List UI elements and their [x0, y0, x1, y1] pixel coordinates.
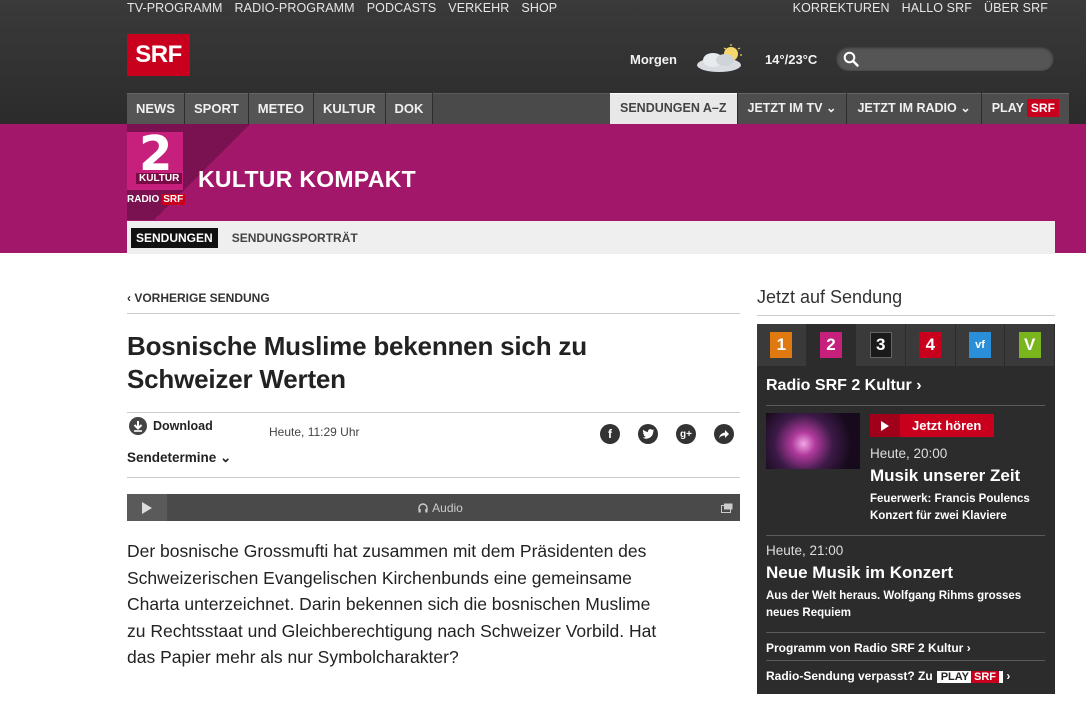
popout-icon: [721, 503, 733, 513]
article-lead: Der bosnische Grossmufti hat zusammen mi…: [127, 541, 657, 667]
article-headline: Bosnische Muslime bekennen sich zu Schwe…: [127, 331, 587, 394]
util-hallo-srf[interactable]: HALLO SRF: [902, 1, 972, 15]
nav-sport[interactable]: SPORT: [185, 93, 248, 124]
play-srf-link[interactable]: Radio-Sendung verpasst? Zu PLAY SRF ›: [766, 669, 1010, 683]
missed-label: Radio-Sendung verpasst? Zu: [766, 669, 933, 683]
play-button[interactable]: [127, 494, 167, 521]
programm-link[interactable]: Programm von Radio SRF 2 Kultur ›: [766, 641, 971, 655]
channel-srf-virus-fm[interactable]: vf: [956, 324, 1006, 366]
play-icon: [870, 414, 900, 437]
nav-sendungen-az[interactable]: SENDUNGEN A–Z: [610, 93, 737, 124]
sendetermine-toggle[interactable]: Sendetermine ⌄: [127, 450, 231, 466]
main-nav: NEWS SPORT METEO KULTUR DOK: [127, 93, 632, 124]
divider: [766, 535, 1045, 536]
chevron-right-icon: ›: [1006, 669, 1011, 683]
divider: [766, 405, 1045, 406]
utility-nav-left: TV-PROGRAMM RADIO-PROGRAMM PODCASTS VERK…: [127, 1, 557, 15]
audio-player: Audio: [127, 494, 740, 521]
util-tv-programm[interactable]: TV-PROGRAMM: [127, 1, 223, 15]
weather-label: Morgen: [630, 51, 677, 67]
logo-srf: SRF: [161, 194, 186, 205]
channel-srf-virus[interactable]: V: [1005, 324, 1056, 366]
station-name-link[interactable]: Radio SRF 2 Kultur ›: [766, 377, 922, 395]
play-icon: [142, 501, 152, 514]
show-title[interactable]: KULTUR KOMPAKT: [198, 166, 416, 193]
divider: [127, 313, 740, 314]
share-buttons: f g+: [600, 424, 734, 444]
now-time: Heute, 20:00: [870, 446, 948, 461]
divider: [766, 632, 1045, 633]
channel-srf-2[interactable]: 2: [806, 324, 857, 366]
nav-dok[interactable]: DOK: [385, 93, 433, 124]
download-icon: [129, 417, 147, 435]
now-program-title[interactable]: Musik unserer Zeit: [870, 466, 1020, 486]
play-label: PLAY: [991, 101, 1024, 115]
download-label: Download: [153, 419, 213, 433]
fireworks-thumbnail[interactable]: [766, 413, 860, 469]
jetzt-hoeren-label: Jetzt hören: [912, 418, 982, 433]
channel-srf-3[interactable]: 3: [856, 324, 907, 366]
search-input[interactable]: [866, 49, 1046, 68]
search-box[interactable]: [836, 46, 1054, 71]
play-srf-badge: PLAY SRF: [936, 671, 1004, 683]
weather-widget[interactable]: Morgen 14°/23°C: [630, 44, 817, 74]
divider: [757, 315, 1055, 316]
util-verkehr[interactable]: VERKEHR: [448, 1, 509, 15]
nav-kultur[interactable]: KULTUR: [314, 93, 385, 124]
nav-play-srf[interactable]: PLAY SRF: [981, 93, 1069, 124]
channel-srf-4[interactable]: 4: [906, 324, 956, 366]
weather-temp: 14°/23°C: [764, 51, 818, 67]
divider: [127, 477, 740, 478]
nav-news[interactable]: NEWS: [127, 93, 184, 124]
logo-kultur: KULTUR: [136, 173, 183, 184]
facebook-icon[interactable]: f: [600, 424, 620, 444]
divider: [127, 412, 740, 413]
player-label: Audio: [167, 501, 714, 515]
publish-date: Heute, 11:29 Uhr: [269, 425, 360, 439]
jetzt-hoeren-button[interactable]: Jetzt hören: [870, 414, 994, 437]
site-header: TV-PROGRAMM RADIO-PROGRAMM PODCASTS VERK…: [0, 0, 1086, 124]
logo-radio: RADIO: [127, 194, 160, 205]
now-program-desc: Feuerwerk: Francis Poulencs Konzert für …: [870, 493, 1030, 522]
show-subnav: SENDUNGEN SENDUNGSPORTRÄT: [127, 221, 1055, 254]
util-korrekturen[interactable]: KORREKTUREN: [793, 1, 890, 15]
twitter-icon[interactable]: [638, 424, 658, 444]
nav-jetzt-im-radio[interactable]: JETZT IM RADIO ⌄: [847, 93, 981, 124]
play-srf-badge: SRF: [1026, 99, 1059, 117]
search-icon[interactable]: [843, 51, 859, 67]
tab-sendungen[interactable]: SENDUNGEN: [131, 227, 218, 248]
nav-jetzt-im-tv[interactable]: JETZT IM TV ⌄: [737, 93, 847, 124]
now-playing-panel: 1 2 3 4 vf V Radio SRF 2 Kultur › Jetzt …: [757, 324, 1056, 694]
util-podcasts[interactable]: PODCASTS: [367, 1, 437, 15]
next-program-title[interactable]: Neue Musik im Konzert: [766, 563, 953, 583]
show-banner: 2 KULTUR RADIO SRF KULTUR KOMPAKT SENDUNG…: [0, 124, 1086, 254]
download-button[interactable]: Download: [129, 417, 213, 435]
player-audio-text: Audio: [432, 500, 463, 515]
channel-selector: 1 2 3 4 vf V: [757, 324, 1056, 366]
tab-sendungsportraet[interactable]: SENDUNGSPORTRÄT: [232, 231, 358, 245]
divider: [766, 660, 1045, 661]
util-shop[interactable]: SHOP: [521, 1, 557, 15]
right-nav: SENDUNGEN A–Z JETZT IM TV ⌄ JETZT IM RAD…: [610, 93, 1070, 124]
previous-episode-link[interactable]: ‹ VORHERIGE SENDUNG: [127, 291, 270, 305]
srf-logo[interactable]: SRF: [127, 34, 190, 76]
util-ueber-srf[interactable]: ÜBER SRF: [984, 1, 1048, 15]
util-radio-programm[interactable]: RADIO-PROGRAMM: [235, 1, 355, 15]
nav-meteo[interactable]: METEO: [248, 93, 314, 124]
utility-nav-right: KORREKTUREN HALLO SRF ÜBER SRF: [793, 1, 1048, 15]
cloud-sun-icon: [691, 44, 747, 74]
google-plus-icon[interactable]: g+: [676, 424, 696, 444]
channel-srf-1[interactable]: 1: [757, 324, 807, 366]
radio-srf-2-kultur-logo[interactable]: 2 KULTUR RADIO SRF: [127, 126, 186, 214]
share-icon[interactable]: [714, 424, 734, 444]
next-time: Heute, 21:00: [766, 543, 844, 558]
sidebar-title: Jetzt auf Sendung: [757, 287, 903, 307]
headphones-icon: [418, 502, 428, 512]
popout-button[interactable]: [714, 494, 740, 521]
nav-spacer: [433, 93, 632, 124]
next-program-desc: Aus der Welt heraus. Wolfgang Rihms gros…: [766, 590, 1022, 619]
